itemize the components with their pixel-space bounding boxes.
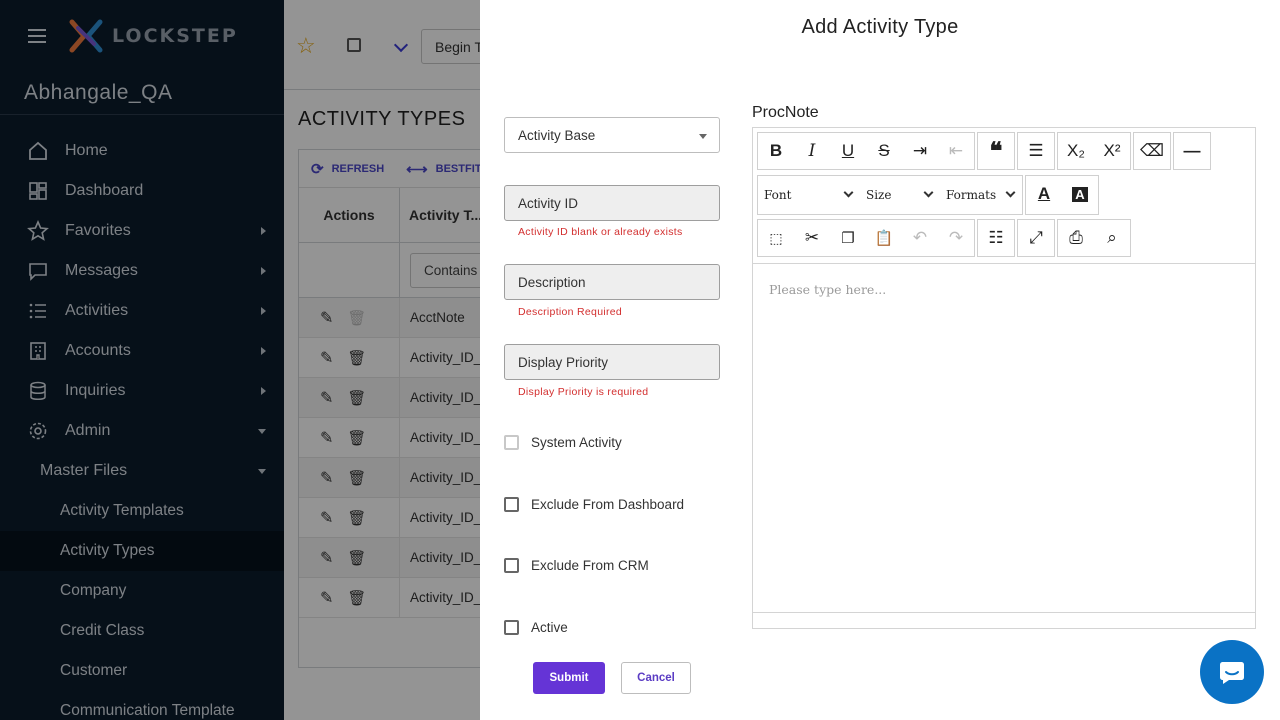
caret-down-icon — [699, 134, 707, 139]
chat-bubble-icon — [1220, 662, 1244, 684]
chevron-down-icon — [923, 187, 934, 198]
toolbar-group-script: X₂ X² — [1057, 132, 1131, 170]
horizontal-line-icon[interactable]: — — [1174, 133, 1210, 169]
toolbar-group-clear: ⌫ — [1133, 132, 1171, 170]
paste-icon[interactable]: 📋 — [866, 220, 902, 256]
exclude-dashboard-checkbox[interactable]: Exclude From Dashboard — [504, 497, 684, 512]
editor-toolbar-row-1: B I U S ⇥ ⇤ ❝ ☰ X₂ X² ⌫ — — [757, 132, 1213, 170]
background-color-icon[interactable]: A — [1062, 176, 1098, 212]
checkbox-box — [504, 497, 519, 512]
toolbar-group-hr: — — [1173, 132, 1211, 170]
underline-icon[interactable]: U — [830, 133, 866, 169]
formats-dropdown[interactable]: Formats — [940, 176, 1022, 214]
activity-base-value: Activity Base — [518, 128, 596, 143]
checkbox-label: Exclude From Dashboard — [531, 497, 685, 512]
fullscreen-icon[interactable]: ⤢ — [1018, 220, 1054, 256]
blockquote-icon[interactable]: ❝ — [978, 133, 1014, 169]
toolbar-group-clipboard: ⬚ ✂ ❐ 📋 ↶ ↷ — [757, 219, 975, 257]
chevron-down-icon — [1005, 187, 1016, 198]
checkbox-label: System Activity — [531, 435, 622, 450]
copy-icon[interactable]: ❐ — [830, 220, 866, 256]
superscript-icon[interactable]: X² — [1094, 133, 1130, 169]
print-icon[interactable]: ⎙ — [1058, 220, 1094, 256]
checkbox-label: Exclude From CRM — [531, 558, 649, 573]
size-dropdown-label: Size — [866, 188, 892, 202]
chat-launcher-button[interactable] — [1200, 640, 1264, 704]
toolbar-group-list: ☷ — [977, 219, 1015, 257]
subscript-icon[interactable]: X₂ — [1058, 133, 1094, 169]
select-all-icon[interactable]: ⬚ — [758, 220, 794, 256]
chevron-down-icon — [843, 187, 854, 198]
bold-icon[interactable]: B — [758, 133, 794, 169]
toolbar-group-print: ⎙ ⌕ — [1057, 219, 1131, 257]
align-left-icon[interactable]: ☰ — [1018, 133, 1054, 169]
editor-content-area[interactable]: Please type here... — [753, 263, 1255, 613]
editor-toolbar-row-2: Font Size Formats A A — [757, 175, 1101, 215]
exclude-crm-checkbox[interactable]: Exclude From CRM — [504, 558, 649, 573]
active-checkbox[interactable]: Active — [504, 620, 568, 635]
italic-icon[interactable]: I — [794, 133, 830, 169]
editor-placeholder: Please type here... — [769, 282, 887, 297]
ordered-list-icon[interactable]: ☷ — [978, 220, 1014, 256]
font-color-icon[interactable]: A — [1026, 176, 1062, 212]
editor-toolbar-row-3: ⬚ ✂ ❐ 📋 ↶ ↷ ☷ ⤢ ⎙ ⌕ — [757, 219, 1133, 257]
strikethrough-icon[interactable]: S — [866, 133, 902, 169]
checkbox-box — [504, 558, 519, 573]
system-activity-checkbox[interactable]: System Activity — [504, 435, 622, 450]
modal-title: Add Activity Type — [801, 16, 959, 38]
rich-text-editor: B I U S ⇥ ⇤ ❝ ☰ X₂ X² ⌫ — Font Size Form… — [752, 127, 1256, 629]
outdent-icon: ⇤ — [948, 141, 964, 160]
checkbox-box — [504, 620, 519, 635]
cancel-button[interactable]: Cancel — [621, 662, 691, 694]
description-error: Description Required — [518, 306, 623, 318]
add-activity-type-modal: Add Activity Type Activity Base Activity… — [480, 0, 1280, 720]
eraser-icon[interactable]: ⌫ — [1134, 133, 1170, 169]
form-column: Activity Base Activity ID Activity ID bl… — [504, 117, 720, 635]
toolbar-group-format: B I U S ⇥ ⇤ — [757, 132, 975, 170]
activity-base-select[interactable]: Activity Base — [504, 117, 720, 153]
activity-id-error: Activity ID blank or already exists — [518, 226, 683, 238]
toolbar-group-dropdowns: Font Size Formats — [757, 175, 1023, 215]
submit-button[interactable]: Submit — [533, 662, 605, 694]
toolbar-group-align: ☰ — [1017, 132, 1055, 170]
font-dropdown-label: Font — [764, 188, 792, 202]
checkbox-box — [504, 435, 519, 450]
toolbar-group-fullscreen: ⤢ — [1017, 219, 1055, 257]
indent-icon[interactable]: ⇥ — [902, 133, 938, 169]
undo-icon: ↶ — [912, 228, 928, 247]
preview-icon[interactable]: ⌕ — [1094, 220, 1130, 256]
display-priority-field[interactable]: Display Priority — [504, 344, 720, 380]
redo-icon: ↷ — [948, 228, 964, 247]
cut-icon[interactable]: ✂ — [794, 220, 830, 256]
editor-label: ProcNote — [752, 104, 819, 121]
size-dropdown[interactable]: Size — [860, 176, 940, 214]
description-field[interactable]: Description — [504, 264, 720, 300]
formats-dropdown-label: Formats — [946, 188, 997, 202]
toolbar-group-colors: A A — [1025, 175, 1099, 215]
display-priority-error: Display Priority is required — [518, 386, 649, 398]
activity-id-field[interactable]: Activity ID — [504, 185, 720, 221]
font-dropdown[interactable]: Font — [758, 176, 860, 214]
checkbox-label: Active — [531, 620, 568, 635]
toolbar-group-quote: ❝ — [977, 132, 1015, 170]
